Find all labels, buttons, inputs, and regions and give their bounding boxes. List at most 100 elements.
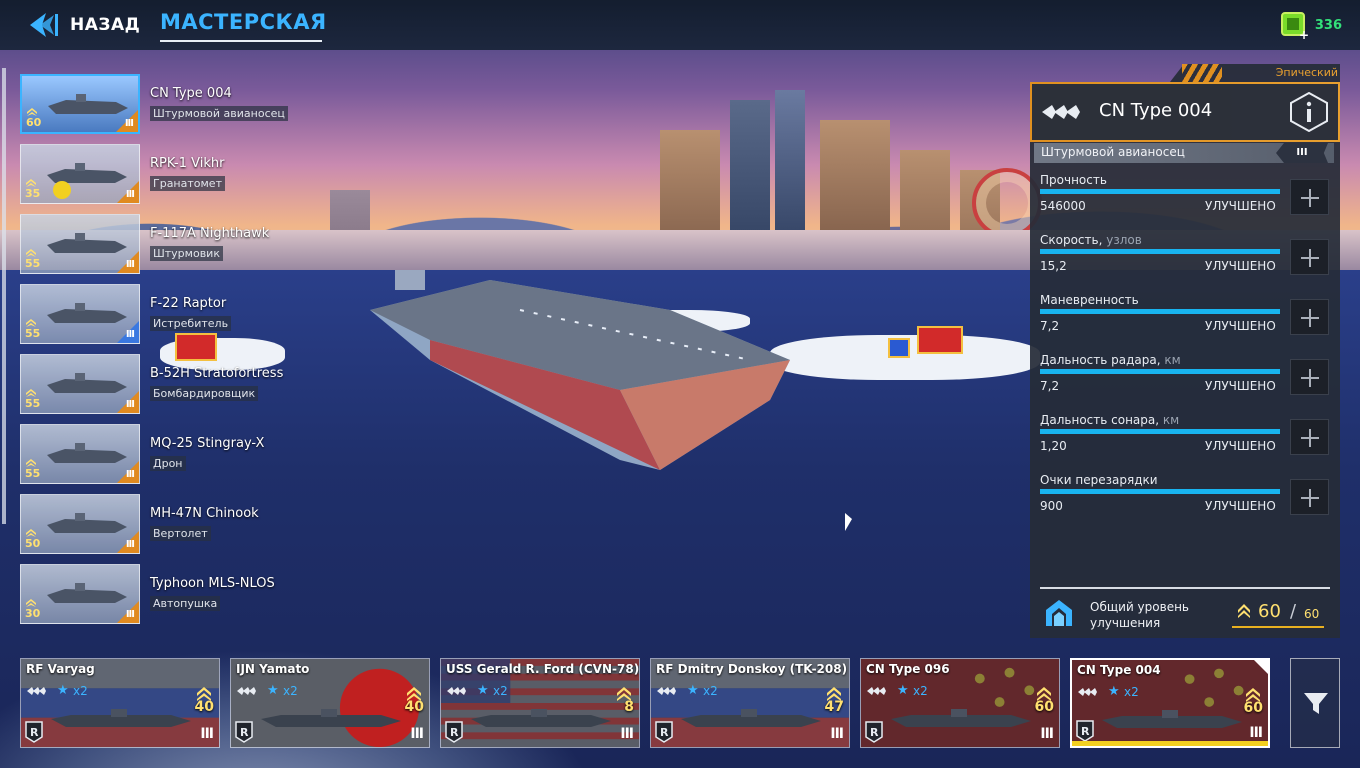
unit-name: MQ-25 Stingray-X [150, 436, 265, 451]
unit-type: Штурмовой авианосец [150, 106, 288, 121]
ship-tier: III [410, 726, 424, 742]
stat-label: Прочность [1040, 173, 1107, 187]
unit-name: F-22 Raptor [150, 296, 227, 311]
fleet-ship-card[interactable]: RF Dmitry Donskoy (TK-208) ★ x2 47 R III [650, 658, 850, 748]
unit-list-item[interactable]: 55 III B-52H Stratofortress Бомбардировщик [20, 354, 420, 414]
class-tier: III [1276, 143, 1328, 163]
rarity-badge-icon: R [235, 721, 253, 743]
upgrade-plus-button[interactable] [1290, 239, 1329, 275]
back-button[interactable]: НАЗАД [28, 10, 140, 40]
upgrade-plus-button[interactable] [1290, 479, 1329, 515]
unit-level: 60 [26, 116, 42, 129]
stat-label: Дальность радара, км [1040, 353, 1181, 367]
unit-list-item[interactable]: 60 III CN Type 004 Штурмовой авианосец [20, 74, 420, 134]
active-indicator [1072, 741, 1268, 746]
unit-list-item[interactable]: 50 III MH-47N Chinook Вертолет [20, 494, 420, 554]
aircraft-carrier-model[interactable] [370, 270, 790, 470]
upgrade-plus-button[interactable] [1290, 179, 1329, 215]
rank-chevron-icon [26, 179, 36, 187]
unit-thumbnail: 35 III [20, 144, 140, 204]
fleet-ship-card[interactable]: RF Varyag ★ x2 40 R III [20, 658, 220, 748]
chip-icon: + [1280, 12, 1309, 40]
ship-multiplier: x2 [703, 684, 718, 698]
unit-list-item[interactable]: 55 III MQ-25 Stingray-X Дрон [20, 424, 420, 484]
unit-tier: III [124, 118, 134, 129]
class-label: Штурмовой авианосец [1041, 145, 1185, 159]
rarity-stripes [1182, 64, 1222, 82]
top-bar: НАЗАД МАСТЕРСКАЯ + 336 [0, 0, 1360, 50]
mouse-cursor [845, 513, 852, 531]
stat-label-text: Очки перезарядки [1040, 473, 1158, 487]
unit-type: Штурмовик [150, 246, 223, 261]
currency-counter[interactable]: + 336 [1279, 10, 1342, 40]
stat-label-text: Дальность сонара, [1040, 413, 1160, 427]
stat-status: УЛУЧШЕНО [1205, 439, 1276, 453]
filter-button[interactable] [1290, 658, 1340, 748]
unit-list-item[interactable]: 55 III F-22 Raptor Истребитель [20, 284, 420, 344]
rarity-badge-icon: R [865, 721, 883, 743]
rarity-label: Эпический [1275, 66, 1338, 79]
unit-name: F-117A Nighthawk [150, 226, 270, 241]
ship-silhouette-icon [51, 709, 191, 727]
page-title-wrap: МАСТЕРСКАЯ [160, 10, 327, 42]
star-icon: ★ [267, 683, 279, 698]
ship-multiplier: x2 [913, 684, 928, 698]
stat-bar [1040, 429, 1280, 434]
rarity-badge-icon: R [655, 721, 673, 743]
nuclear-icon [53, 181, 71, 199]
fleet-ship-card[interactable]: USS Gerald R. Ford (CVN-78) ★ x2 8 R III [440, 658, 640, 748]
unit-silhouette-icon [47, 303, 127, 323]
unit-silhouette-icon [47, 513, 127, 533]
unit-type: Истребитель [150, 316, 232, 331]
back-label: НАЗАД [70, 15, 141, 35]
carrier-class-icon [1042, 105, 1080, 119]
stat-bar [1040, 489, 1280, 494]
unit-list-scrollbar[interactable] [2, 68, 6, 524]
stat-label: Дальность сонара, км [1040, 413, 1179, 427]
stat-label-text: Дальность радара, [1040, 353, 1161, 367]
stat-unit: км [1164, 353, 1181, 367]
unit-thumbnail: 55 III [20, 284, 140, 344]
svg-text:R: R [660, 726, 669, 739]
fleet-ship-card[interactable]: CN Type 004 ★ x2 60 R III [1070, 658, 1270, 748]
gift-box [917, 326, 963, 354]
back-arrow-icon [30, 13, 58, 37]
unit-level: 55 [25, 467, 41, 480]
fleet-ship-card[interactable]: IJN Yamato ★ x2 40 R III [230, 658, 430, 748]
unit-list-item[interactable]: 55 III F-117A Nighthawk Штурмовик [20, 214, 420, 274]
upgrade-level-icon [1046, 600, 1072, 626]
unit-tier: III [125, 609, 135, 620]
total-upgrade-value: 60 / 60 [1232, 600, 1324, 628]
stat-row: Прочность 546000 УЛУЧШЕНО [1040, 173, 1330, 223]
unit-tier: III [125, 189, 135, 200]
stat-bar [1040, 249, 1280, 254]
stat-status: УЛУЧШЕНО [1205, 379, 1276, 393]
unit-list-item[interactable]: 35 III RPK-1 Vikhr Гранатомет [20, 144, 420, 204]
unit-silhouette-icon [47, 373, 127, 393]
unit-type: Дрон [150, 456, 186, 471]
rank-chevron-icon [26, 249, 36, 257]
fleet-ship-card[interactable]: CN Type 096 ★ x2 60 R III [860, 658, 1060, 748]
unit-list-item[interactable]: 30 III Typhoon MLS-NLOS Автопушка [20, 564, 420, 624]
unit-thumbnail: 30 III [20, 564, 140, 624]
unit-thumbnail: 55 III [20, 354, 140, 414]
rank-chevron-icon [26, 529, 36, 537]
upgrade-plus-button[interactable] [1290, 299, 1329, 335]
stat-unit: узлов [1106, 233, 1142, 247]
svg-text:R: R [870, 726, 879, 739]
stat-value: 900 [1040, 499, 1063, 513]
total-upgrade-separator: / [1290, 601, 1297, 622]
stat-status: УЛУЧШЕНО [1205, 319, 1276, 333]
ship-silhouette-icon [891, 709, 1031, 727]
ship-tier: III [830, 726, 844, 742]
stat-value: 1,20 [1040, 439, 1067, 453]
upgrade-plus-button[interactable] [1290, 419, 1329, 455]
ship-class-icon [1078, 688, 1097, 696]
stat-label: Скорость, узлов [1040, 233, 1142, 247]
rank-chevron-icon [1238, 604, 1250, 618]
info-button[interactable] [1289, 92, 1329, 132]
page-title: МАСТЕРСКАЯ [160, 10, 327, 34]
total-upgrade-label: Общий уровень улучшения [1090, 600, 1189, 630]
upgrade-plus-button[interactable] [1290, 359, 1329, 395]
ship-tier: III [1249, 725, 1263, 741]
